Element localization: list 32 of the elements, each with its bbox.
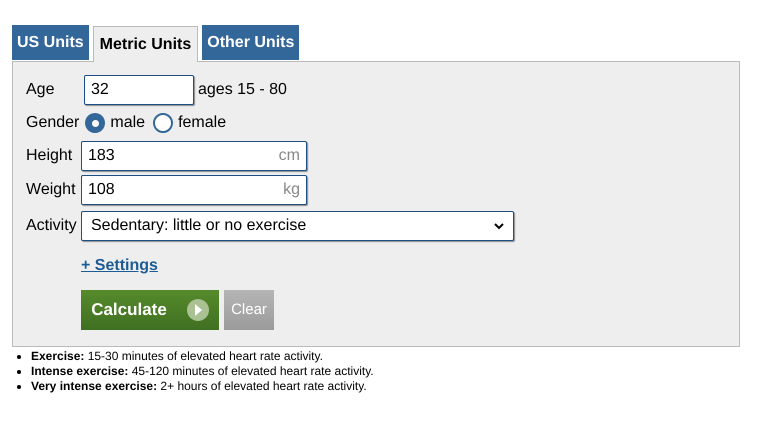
hint-text: ages 15 - 80 bbox=[198, 80, 287, 100]
tab[interactable]: Other Units bbox=[202, 25, 300, 60]
note-text: Very intense exercise: 2+ hours of elevated heart rate activity. bbox=[31, 379, 367, 394]
note-text: Intense exercise: 45-120 minutes of elevated heart rate activity. bbox=[31, 364, 374, 379]
input-field[interactable]: 32 bbox=[84, 75, 194, 105]
calculate-button[interactable]: Calculate bbox=[81, 290, 219, 330]
field-label: Weight bbox=[26, 180, 77, 200]
input-field[interactable]: 183 cm bbox=[81, 141, 307, 171]
radio-button[interactable] bbox=[153, 113, 174, 133]
radio-button[interactable] bbox=[85, 113, 106, 133]
note-text: Exercise: 15-30 minutes of elevated heart rate activity. bbox=[31, 349, 323, 364]
field-value: 183 bbox=[88, 146, 115, 166]
radio-option[interactable]: male bbox=[85, 111, 146, 135]
activity-select[interactable]: Sedentary: little or no exercise bbox=[81, 211, 514, 241]
chevron-down-icon bbox=[494, 222, 504, 230]
input-field[interactable]: 108 kg bbox=[81, 175, 307, 205]
unit-label: kg bbox=[283, 180, 300, 200]
field-label: Activity bbox=[26, 216, 78, 236]
field-label: Gender bbox=[26, 113, 80, 133]
tab[interactable]: US Units bbox=[12, 25, 89, 60]
field-label: Height bbox=[26, 146, 74, 166]
bullet-icon bbox=[17, 384, 21, 388]
play-icon bbox=[186, 299, 209, 321]
tab[interactable]: Metric Units bbox=[92, 26, 198, 62]
bullet-icon bbox=[17, 354, 21, 358]
field-value: 108 bbox=[88, 180, 115, 200]
settings-link[interactable]: + Settings bbox=[81, 254, 158, 278]
unit-label: cm bbox=[278, 146, 300, 166]
bullet-icon bbox=[17, 370, 21, 374]
field-label: Age bbox=[26, 80, 56, 100]
radio-option[interactable]: female bbox=[153, 111, 226, 135]
field-value: 32 bbox=[91, 80, 109, 100]
